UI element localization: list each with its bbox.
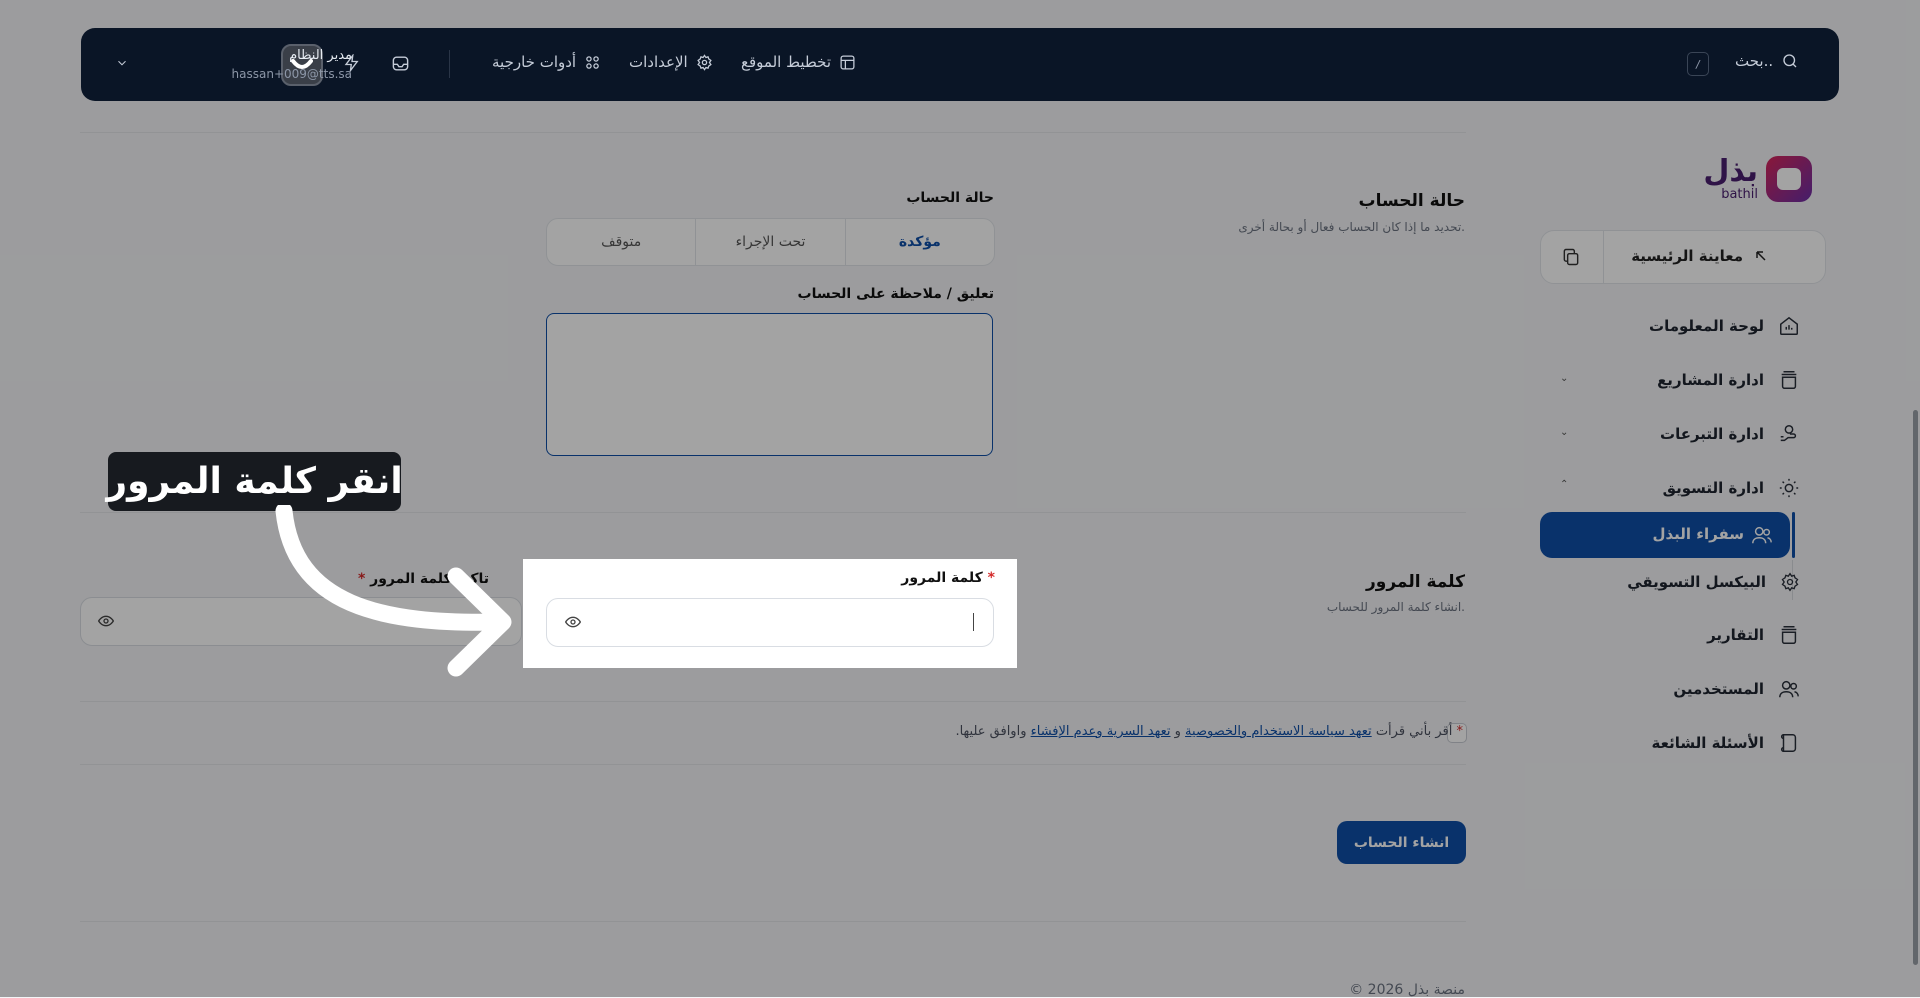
- usage-privacy-link[interactable]: تعهد سياسة الاستخدام والخصوصية: [1185, 724, 1372, 739]
- status-option-pending[interactable]: تحت الإجراء: [695, 219, 844, 265]
- sidebar-item-reports[interactable]: التقارير: [1707, 615, 1800, 655]
- sidebar-item-label: سفراء البذل: [1652, 525, 1745, 543]
- dashboard-icon: [1780, 316, 1798, 335]
- arrow-up-left-icon: [1756, 251, 1766, 261]
- topbar-divider: [449, 50, 450, 78]
- sidebar-item-label: التقارير: [1707, 626, 1764, 644]
- password-section-description: انشاء كلمة المرور للحساب.: [1326, 600, 1465, 614]
- sidebar-item-faq[interactable]: الأسئلة الشائعة: [1652, 723, 1801, 763]
- faq-icon: [1780, 734, 1797, 752]
- account-status-segmented: متوقف تحت الإجراء مؤكدة: [546, 218, 995, 266]
- footer-copyright: © 2026 منصة بذل: [1349, 982, 1465, 998]
- sidebar-item-label: المستخدمين: [1673, 680, 1764, 698]
- top-navigation-bar: بحث.. / تخطيط الموقع الإعدادات أدوات خار…: [81, 28, 1839, 101]
- layout-icon: [840, 54, 855, 70]
- preview-divider: [1603, 231, 1604, 283]
- search-icon: [1783, 54, 1797, 68]
- chevron-down-icon[interactable]: ⌄: [1560, 427, 1568, 438]
- eye-icon[interactable]: [98, 614, 114, 628]
- sidebar-item-label: ادارة التسويق: [1662, 479, 1764, 497]
- sun-icon: [1779, 478, 1799, 498]
- sidebar-item-marketing-pixel[interactable]: البيكسل التسويقي: [1627, 562, 1800, 602]
- nav-external-tools-label: أدوات خارجية: [492, 53, 577, 71]
- nav-external-tools[interactable]: أدوات خارجية: [492, 53, 601, 71]
- stack-icon: [1781, 371, 1797, 389]
- terms-and: و: [1174, 724, 1181, 739]
- sidebar-item-dashboard[interactable]: لوحة المعلومات: [1649, 306, 1800, 346]
- chevron-down-icon[interactable]: ⌄: [1560, 373, 1568, 384]
- stack-icon: [1781, 626, 1797, 644]
- sidebar-item-label: ادارة التبرعات: [1660, 425, 1764, 443]
- users-icon: [1752, 526, 1772, 544]
- section-divider: [80, 701, 1466, 702]
- footer-divider: [80, 921, 1466, 922]
- sidebar: بذل bathil معاينة الرئيسية لوحة المعلوما…: [1530, 130, 1830, 950]
- status-option-stopped[interactable]: متوقف: [547, 219, 695, 265]
- terms-prefix: أقر بأني قرأت: [1375, 724, 1453, 739]
- grid-icon: [586, 55, 599, 69]
- inbox-button[interactable]: [391, 54, 410, 73]
- gear-icon: [1781, 572, 1799, 592]
- nav-site-layout-label: تخطيط الموقع: [741, 53, 832, 71]
- section-divider: [80, 764, 1466, 765]
- required-mark: *: [1456, 724, 1464, 739]
- account-status-label: حالة الحساب: [906, 190, 994, 206]
- sidebar-item-projects[interactable]: ادارة المشاريع: [1657, 360, 1800, 400]
- nav-settings[interactable]: الإعدادات: [629, 53, 713, 71]
- tutorial-tooltip: انقر كلمة المرور: [106, 452, 403, 511]
- eye-icon[interactable]: [565, 615, 581, 629]
- search-shortcut-key: /: [1687, 52, 1709, 76]
- gear-icon: [696, 53, 712, 71]
- search-box[interactable]: بحث..: [1735, 52, 1799, 70]
- password-input[interactable]: [546, 598, 994, 647]
- sidebar-item-label: الأسئلة الشائعة: [1651, 734, 1765, 752]
- search-placeholder: بحث..: [1735, 52, 1774, 70]
- sidebar-item-donations[interactable]: ادارة التبرعات: [1660, 414, 1800, 454]
- sidebar-item-users[interactable]: المستخدمين: [1673, 669, 1800, 709]
- preview-home-button[interactable]: معاينة الرئيسية: [1631, 247, 1769, 265]
- password-section-title: كلمة المرور: [1366, 572, 1465, 592]
- chevron-down-icon: [118, 60, 126, 66]
- nav-site-layout[interactable]: تخطيط الموقع: [741, 53, 856, 71]
- sidebar-item-label: لوحة المعلومات: [1649, 317, 1764, 335]
- sidebar-item-label: البيكسل التسويقي: [1627, 573, 1766, 591]
- status-option-confirmed[interactable]: مؤكدة: [844, 219, 994, 265]
- preview-home-card: معاينة الرئيسية: [1540, 230, 1826, 284]
- logo-english: bathil: [1721, 187, 1758, 202]
- password-field-spotlight: كلمة المرور *: [523, 559, 1017, 668]
- password-label-text: كلمة المرور: [901, 570, 983, 586]
- required-mark: *: [987, 570, 995, 586]
- logo: بذل bathil: [1703, 156, 1812, 202]
- sidebar-item-ambassadors[interactable]: سفراء البذل: [1540, 512, 1790, 558]
- logo-mark-icon: [1766, 156, 1812, 202]
- terms-text: * أقر بأني قرأت تعهد سياسة الاستخدام وال…: [955, 724, 1463, 739]
- create-account-button[interactable]: انشاء الحساب: [1337, 821, 1466, 864]
- confidentiality-link[interactable]: تعهد السرية وعدم الإفشاء: [1031, 724, 1171, 739]
- account-status-title: حالة الحساب: [1358, 191, 1465, 211]
- account-status-description: تحديد ما إذا كان الحساب فعال أو بحالة أخ…: [1238, 220, 1465, 234]
- users-icon: [1779, 680, 1799, 698]
- user-name: مدير النظام: [289, 48, 352, 63]
- comment-label: تعليق / ملاحظة على الحساب: [797, 286, 995, 302]
- inbox-icon: [392, 56, 409, 71]
- section-divider: [80, 132, 1466, 133]
- user-menu-toggle[interactable]: [115, 56, 129, 70]
- active-indicator: [1792, 512, 1795, 558]
- password-label: كلمة المرور *: [901, 570, 995, 586]
- sidebar-item-marketing[interactable]: ادارة التسويق: [1663, 468, 1800, 508]
- chevron-up-icon[interactable]: ⌃: [1560, 479, 1568, 490]
- user-email: hassan+009@tts.sa: [231, 67, 352, 81]
- copy-icon: [1563, 248, 1579, 266]
- comment-textarea[interactable]: [546, 313, 993, 456]
- donation-icon: [1780, 425, 1797, 442]
- logo-arabic: بذل: [1703, 154, 1758, 189]
- preview-home-label: معاينة الرئيسية: [1631, 247, 1743, 265]
- tutorial-arrow-icon: [275, 505, 512, 677]
- scrollbar-thumb[interactable]: [1913, 410, 1918, 965]
- nav-settings-label: الإعدادات: [629, 53, 688, 71]
- text-caret: [973, 613, 974, 631]
- copy-link-button[interactable]: [1561, 247, 1581, 271]
- terms-suffix: واوافق عليها.: [955, 724, 1027, 739]
- sidebar-item-label: ادارة المشاريع: [1657, 371, 1764, 389]
